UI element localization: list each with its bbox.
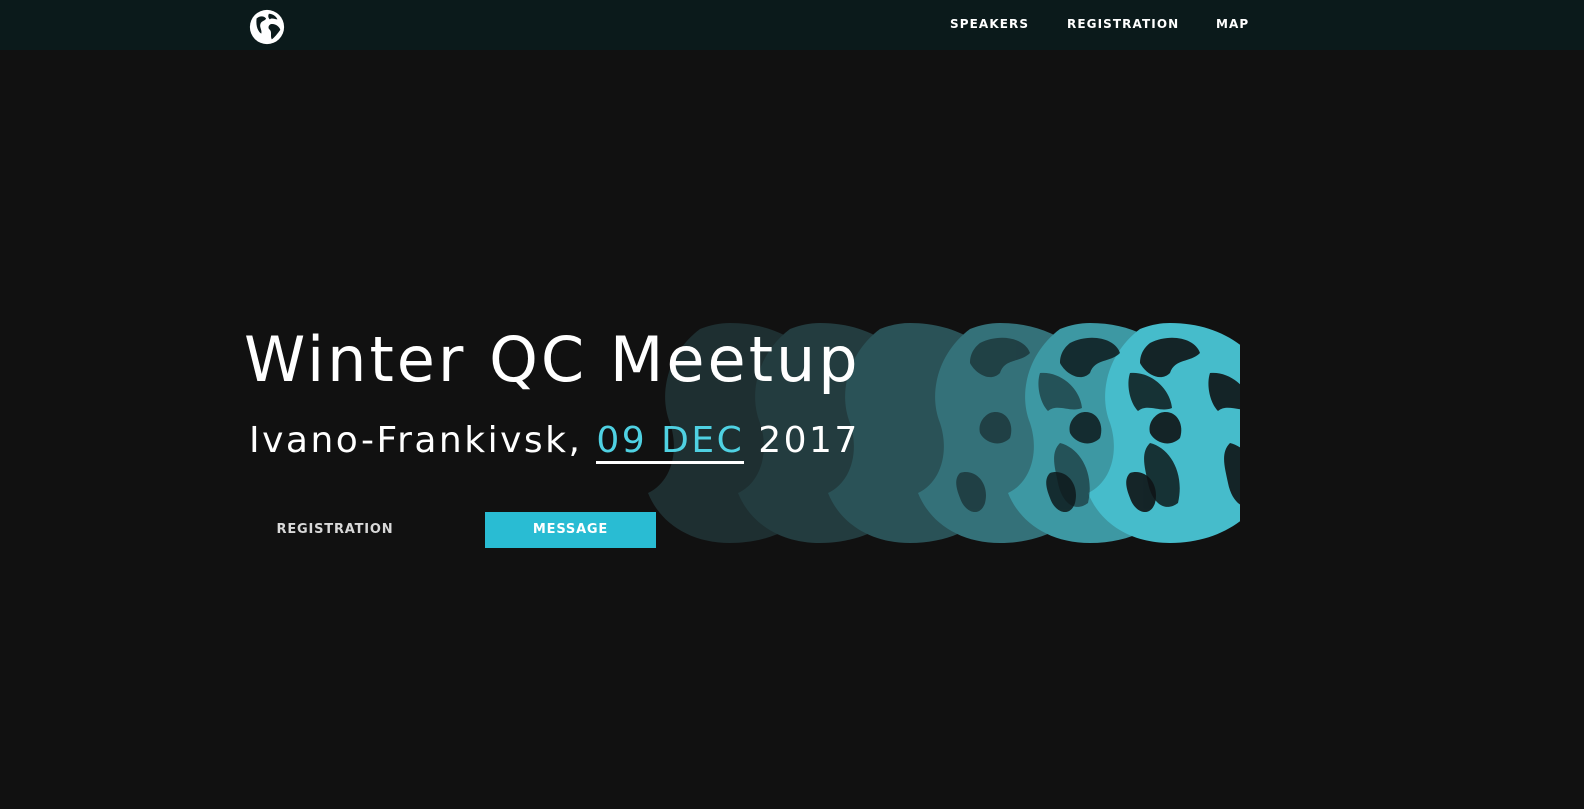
- registration-button[interactable]: REGISTRATION: [250, 512, 420, 548]
- event-date: 09 DEC: [596, 420, 745, 464]
- event-subtitle: Ivano-Frankivsk, 09 DEC 2017: [249, 418, 860, 464]
- message-button[interactable]: MESSAGE: [485, 512, 656, 548]
- event-city: Ivano-Frankivsk,: [249, 420, 583, 461]
- nav-registration-link[interactable]: REGISTRATION: [1067, 17, 1179, 31]
- nav-map-link[interactable]: MAP: [1216, 17, 1249, 31]
- globe-icon[interactable]: [248, 8, 286, 46]
- nav-speakers-link[interactable]: SPEAKERS: [950, 17, 1029, 31]
- event-year: 2017: [758, 420, 860, 461]
- header-bar: SPEAKERS REGISTRATION MAP: [0, 0, 1584, 50]
- page-title: Winter QC Meetup: [244, 323, 861, 396]
